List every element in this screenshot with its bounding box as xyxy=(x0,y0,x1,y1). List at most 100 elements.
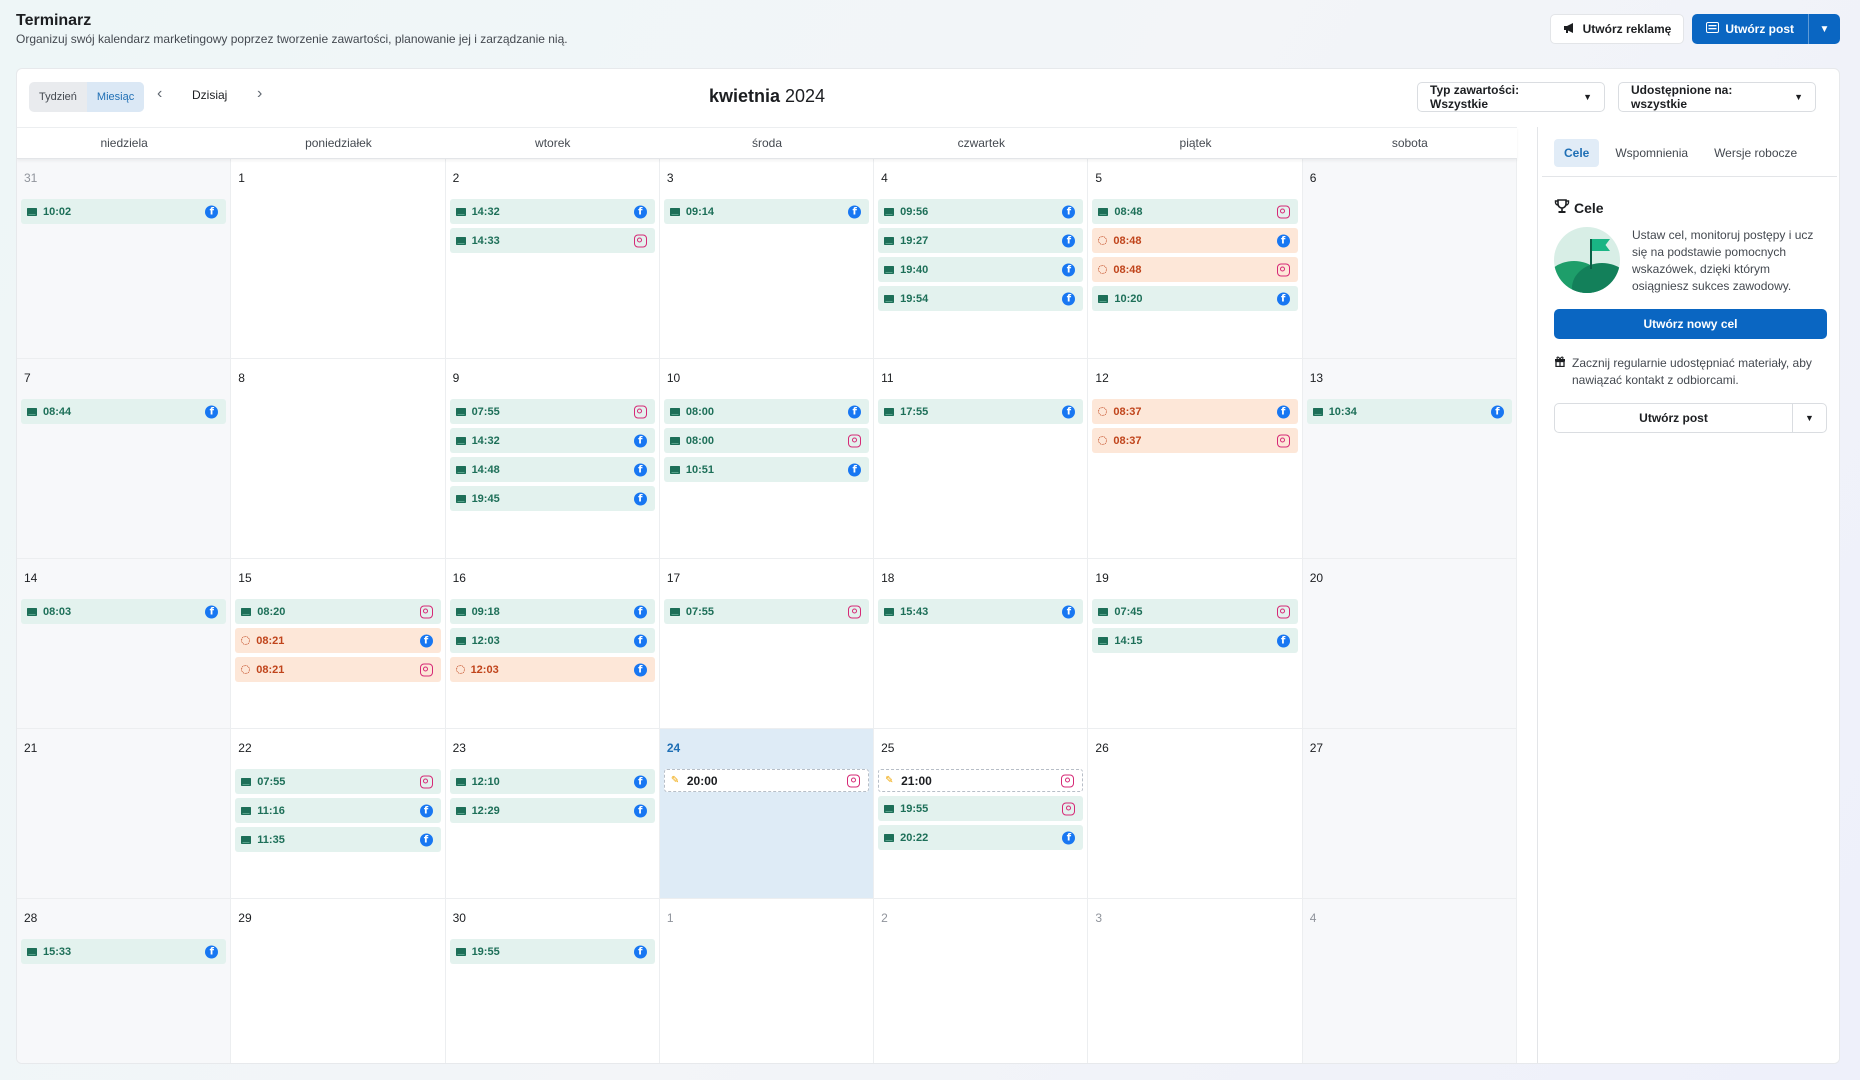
day-cell[interactable]: 20 xyxy=(1302,559,1517,728)
create-post-button[interactable]: Utwórz post xyxy=(1692,14,1808,44)
tab-drafts[interactable]: Wersje robocze xyxy=(1704,139,1807,167)
event-time: 08:03 xyxy=(43,605,72,618)
post-event[interactable]: 17:55 f xyxy=(878,399,1084,424)
post-event[interactable]: 08:00 xyxy=(663,428,870,453)
post-event[interactable]: 08:48 f xyxy=(1092,228,1298,253)
post-event[interactable]: 09:14 f xyxy=(663,199,870,224)
post-event[interactable]: 14:32 f xyxy=(449,428,655,453)
day-cell[interactable]: 8 xyxy=(231,359,446,558)
pending-icon xyxy=(241,665,251,674)
post-event[interactable]: 11:35 f xyxy=(235,827,441,852)
post-event[interactable]: 07:55 xyxy=(663,599,870,624)
post-event[interactable]: 08:20 xyxy=(235,599,441,624)
post-event[interactable]: 08:44 f xyxy=(21,399,227,424)
day-cell-today[interactable]: 24 ✎ 20:00 xyxy=(659,729,875,898)
day-cell[interactable]: 3 xyxy=(1088,899,1303,1063)
day-cell[interactable]: 14 08:03 f xyxy=(17,559,232,728)
post-event[interactable]: 19:55 f xyxy=(449,939,655,964)
post-event[interactable]: 09:56 f xyxy=(878,199,1084,224)
post-event[interactable]: 09:18 f xyxy=(449,599,655,624)
day-cell[interactable]: 2 xyxy=(874,899,1089,1063)
day-cell[interactable]: 7 08:44 f xyxy=(17,359,232,558)
post-event[interactable]: 14:32 f xyxy=(449,199,655,224)
day-cell[interactable]: 30 19:55 f xyxy=(446,899,660,1063)
day-cell[interactable]: 26 xyxy=(1088,729,1303,898)
day-cell[interactable]: 16 09:18 f 12:03 f 12:03 f xyxy=(446,559,660,728)
week-row: 14 08:03 f 15 08:20 08:21 f 08:21 16 09:18 f 12:03 f… xyxy=(17,559,1517,729)
post-event[interactable]: 12:10 f xyxy=(449,769,655,794)
day-cell[interactable]: 2 14:32 f 14:33 xyxy=(446,159,660,358)
event-time: 14:33 xyxy=(471,234,500,247)
post-event[interactable]: 08:03 f xyxy=(21,599,227,624)
post-event[interactable]: 19:40 f xyxy=(878,257,1084,282)
post-event[interactable]: 12:03 f xyxy=(449,628,655,653)
post-event[interactable]: 08:37 f xyxy=(1092,399,1298,424)
day-cell[interactable]: 6 xyxy=(1302,159,1517,358)
day-cell[interactable]: 19 07:45 14:15 f xyxy=(1088,559,1303,728)
post-event[interactable]: 19:54 f xyxy=(878,286,1084,311)
instagram-icon xyxy=(847,774,861,787)
day-cell[interactable]: 9 07:55 14:32 f 14:48 f 19:45 f xyxy=(446,359,660,558)
side-create-post-button[interactable]: Utwórz post xyxy=(1555,404,1792,432)
post-event[interactable]: 19:27 f xyxy=(878,228,1084,253)
day-cell[interactable]: 25 ✎ 21:00 19:55 20:22 f xyxy=(874,729,1089,898)
day-cell[interactable]: 23 12:10 f 12:29 f xyxy=(446,729,660,898)
post-event[interactable]: ✎ 20:00 xyxy=(663,769,870,792)
tab-goals[interactable]: Cele xyxy=(1554,139,1600,167)
post-event[interactable]: 10:34 f xyxy=(1306,399,1512,424)
day-cell[interactable]: 15 08:20 08:21 f 08:21 xyxy=(231,559,446,728)
create-goal-button[interactable]: Utwórz nowy cel xyxy=(1554,309,1827,339)
post-event[interactable]: 20:22 f xyxy=(878,825,1084,850)
create-ad-button[interactable]: Utwórz reklamę xyxy=(1549,14,1685,44)
day-cell[interactable]: 31 10:02 f xyxy=(17,159,232,358)
post-event[interactable]: 10:51 f xyxy=(663,457,870,482)
day-cell[interactable]: 3 09:14 f xyxy=(660,159,875,358)
post-event[interactable]: 08:48 xyxy=(1092,257,1298,282)
post-event[interactable]: 07:55 xyxy=(449,399,655,424)
post-event[interactable]: 08:21 f xyxy=(235,628,441,653)
tab-memories[interactable]: Wspomnienia xyxy=(1605,139,1698,167)
page-title: Terminarz xyxy=(16,12,92,29)
day-cell[interactable]: 4 xyxy=(1302,899,1517,1063)
post-event[interactable]: 07:55 xyxy=(235,769,441,794)
day-cell[interactable]: 18 15:43 f xyxy=(874,559,1089,728)
day-cell[interactable]: 13 10:34 f xyxy=(1302,359,1517,558)
post-event[interactable]: 14:33 xyxy=(449,228,655,253)
post-event[interactable]: ✎ 21:00 xyxy=(878,769,1084,792)
day-cell[interactable]: 1 xyxy=(660,899,875,1063)
post-event[interactable]: 11:16 f xyxy=(235,798,441,823)
day-cell[interactable]: 22 07:55 11:16 f 11:35 f xyxy=(231,729,446,898)
post-event[interactable]: 12:03 f xyxy=(449,657,655,682)
post-event[interactable]: 10:20 f xyxy=(1092,286,1298,311)
create-post-dropdown-button[interactable]: ▼ xyxy=(1808,14,1840,44)
day-cell[interactable]: 28 15:33 f xyxy=(17,899,232,1063)
post-event[interactable]: 07:45 xyxy=(1092,599,1298,624)
day-cell[interactable]: 12 08:37 f 08:37 xyxy=(1088,359,1303,558)
day-cell[interactable]: 10 08:00 f 08:00 10:51 f xyxy=(660,359,875,558)
day-cell[interactable]: 4 09:56 f 19:27 f 19:40 f 19:54 f xyxy=(874,159,1089,358)
day-cell[interactable]: 27 xyxy=(1302,729,1517,898)
day-cell[interactable]: 29 xyxy=(231,899,446,1063)
post-event[interactable]: 08:00 f xyxy=(663,399,870,424)
day-cell[interactable]: 11 17:55 f xyxy=(874,359,1089,558)
post-event[interactable]: 10:02 f xyxy=(21,199,227,224)
post-event[interactable]: 14:48 f xyxy=(449,457,655,482)
post-event[interactable]: 15:33 f xyxy=(21,939,227,964)
post-event[interactable]: 08:21 xyxy=(235,657,441,682)
facebook-icon: f xyxy=(848,463,862,476)
post-event[interactable]: 12:29 f xyxy=(449,798,655,823)
content-type-dropdown[interactable]: Typ zawartości: Wszystkie ▼ xyxy=(1417,82,1605,112)
shared-on-dropdown[interactable]: Udostępnione na: wszystkie ▼ xyxy=(1618,82,1816,112)
post-event[interactable]: 19:55 xyxy=(878,796,1084,821)
side-create-post-dropdown[interactable]: ▼ xyxy=(1792,404,1826,432)
day-cell[interactable]: 17 07:55 xyxy=(660,559,875,728)
post-event[interactable]: 15:43 f xyxy=(878,599,1084,624)
post-event[interactable]: 14:15 f xyxy=(1092,628,1298,653)
post-event[interactable]: 08:37 xyxy=(1092,428,1298,453)
post-event[interactable]: 19:45 f xyxy=(449,486,655,511)
scheduled-post-icon xyxy=(884,236,895,245)
day-cell[interactable]: 5 08:48 08:48 f 08:48 10:20 f xyxy=(1088,159,1303,358)
day-cell[interactable]: 21 xyxy=(17,729,232,898)
day-cell[interactable]: 1 xyxy=(231,159,446,358)
post-event[interactable]: 08:48 xyxy=(1092,199,1298,224)
